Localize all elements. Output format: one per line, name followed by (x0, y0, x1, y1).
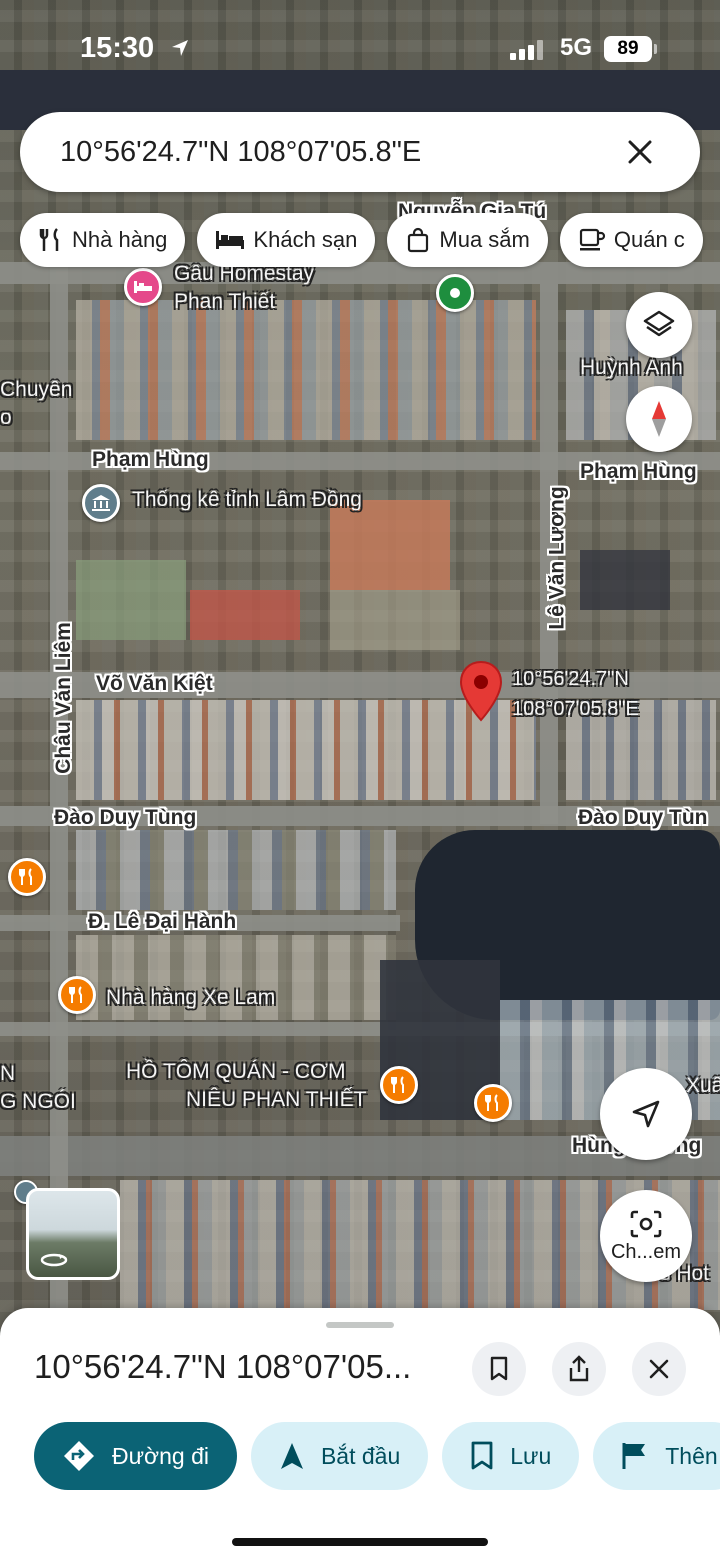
poi-label[interactable]: Phan Thiết (174, 290, 275, 314)
save-action-button[interactable]: Lưu (442, 1422, 580, 1490)
rotate-360-icon (40, 1253, 68, 1267)
share-button[interactable] (552, 1342, 606, 1396)
network-type: 5G (560, 34, 593, 61)
poi-label[interactable]: NIÊU PHAN THIẾT (186, 1088, 366, 1112)
my-location-button[interactable] (600, 1068, 692, 1160)
action-label: Lưu (510, 1442, 552, 1469)
street-label: Châu Văn Liêm (51, 622, 75, 774)
restaurant-marker-icon[interactable] (380, 1066, 418, 1104)
close-icon[interactable] (620, 132, 660, 172)
search-bar[interactable]: 10°56'24.7"N 108°07'05.8"E (20, 112, 700, 192)
block (76, 830, 396, 910)
street-label: Phạm Hùng (580, 460, 697, 483)
street-label: Lê Văn Lương (545, 486, 569, 630)
coffee-icon (579, 228, 605, 251)
chip-label: Khách sạn (253, 227, 358, 252)
block (76, 560, 186, 640)
poi-label[interactable]: Chuyên (0, 378, 72, 402)
block (330, 590, 460, 650)
share-icon (569, 1355, 589, 1382)
bookmark-icon (471, 1441, 493, 1470)
poi-label[interactable]: HỒ TÔM QUÁN - CƠM (126, 1060, 345, 1084)
compass-icon (652, 401, 666, 437)
status-bar: 15:30 5G 89 (0, 0, 720, 100)
directions-button[interactable]: Đường đi (34, 1422, 237, 1490)
hotel-marker-icon[interactable] (124, 268, 162, 306)
chip-shopping[interactable]: Mua sắm (387, 213, 548, 267)
category-chips: Nhà hàng Khách sạn Mua sắm Quán c (20, 213, 703, 267)
save-button[interactable] (472, 1342, 526, 1396)
chip-label: Nhà hàng (72, 227, 168, 252)
poi-label[interactable]: N (0, 1062, 15, 1086)
chip-label: Mua sắm (439, 227, 530, 252)
start-button[interactable]: Bắt đầu (250, 1422, 429, 1490)
action-label: Bắt đầu (320, 1442, 401, 1469)
more-action-button[interactable]: Thên (593, 1422, 720, 1490)
home-indicator (232, 1538, 488, 1546)
flag-icon (622, 1443, 646, 1469)
close-button[interactable] (632, 1342, 686, 1396)
block (580, 550, 670, 610)
chip-hotels[interactable]: Khách sạn (197, 213, 376, 267)
battery-tip (654, 44, 657, 54)
poi-label[interactable]: Huỳnh Anh (580, 356, 683, 380)
street-label: Đào Duy Tùn (578, 806, 708, 829)
street-label: Đ. Lê Đại Hành (88, 910, 237, 933)
drag-handle[interactable] (326, 1322, 394, 1328)
bookmark-icon (490, 1356, 508, 1381)
action-label: Thên (665, 1442, 718, 1469)
search-query[interactable]: 10°56'24.7"N 108°07'05.8"E (60, 136, 620, 169)
lens-button[interactable]: Ch...em (600, 1190, 692, 1282)
navigation-arrow-icon (280, 1443, 303, 1469)
park-marker-icon[interactable] (436, 274, 474, 312)
street-label: Võ Văn Kiệt (96, 672, 213, 695)
block (330, 500, 450, 590)
block (190, 590, 300, 640)
map-pin-icon[interactable] (458, 660, 504, 729)
street-label: Đào Duy Tùng (54, 806, 197, 829)
restaurant-marker-icon[interactable] (474, 1084, 512, 1122)
pin-coordinates-label: 108°07'05.8"E (512, 698, 639, 720)
poi-label[interactable]: Nhà hàng Xe Lam (106, 986, 275, 1010)
restaurant-icon (39, 228, 59, 251)
poi-label[interactable]: o (0, 406, 12, 430)
poi-label[interactable]: Thống kê tỉnh Lâm Đồng (132, 488, 362, 512)
poi-label[interactable]: G NGÓI (0, 1090, 76, 1114)
street-label: Phạm Hùng (92, 448, 209, 471)
signal-strength-icon (510, 40, 543, 60)
place-title: 10°56'24.7"N 108°07'05... (34, 1348, 412, 1385)
navigation-arrow-icon (632, 1100, 660, 1128)
location-arrow-icon (172, 40, 188, 56)
lens-label: Ch...em (610, 1240, 682, 1263)
layers-icon (643, 310, 675, 337)
chip-coffee[interactable]: Quán c (559, 213, 703, 267)
hotel-icon (216, 231, 245, 249)
compass-button[interactable] (626, 386, 692, 452)
chip-label: Quán c (613, 227, 685, 252)
clock: 15:30 (80, 32, 155, 64)
block (76, 300, 536, 440)
poi-label[interactable]: Xuâ (686, 1074, 720, 1098)
layers-button[interactable] (626, 292, 692, 358)
government-marker-icon[interactable] (82, 484, 120, 522)
chip-restaurants[interactable]: Nhà hàng (20, 213, 186, 267)
battery-icon: 89 (604, 36, 652, 62)
restaurant-marker-icon[interactable] (58, 976, 96, 1014)
action-label: Đường đi (112, 1442, 209, 1469)
place-sheet[interactable]: 10°56'24.7"N 108°07'05... Đường đi Bắt đ… (0, 1308, 720, 1560)
shopping-bag-icon (408, 227, 429, 253)
pin-coordinates-label: 10°56'24.7"N (512, 668, 629, 690)
close-icon (649, 1359, 669, 1379)
road-chau-van-liem (50, 262, 68, 1330)
action-buttons: Đường đi Bắt đầu Lưu Thên (34, 1422, 720, 1490)
street-view-thumbnail[interactable] (26, 1188, 120, 1280)
camera-lens-icon (630, 1210, 662, 1237)
restaurant-marker-icon[interactable] (8, 858, 46, 896)
directions-icon (64, 1441, 94, 1471)
